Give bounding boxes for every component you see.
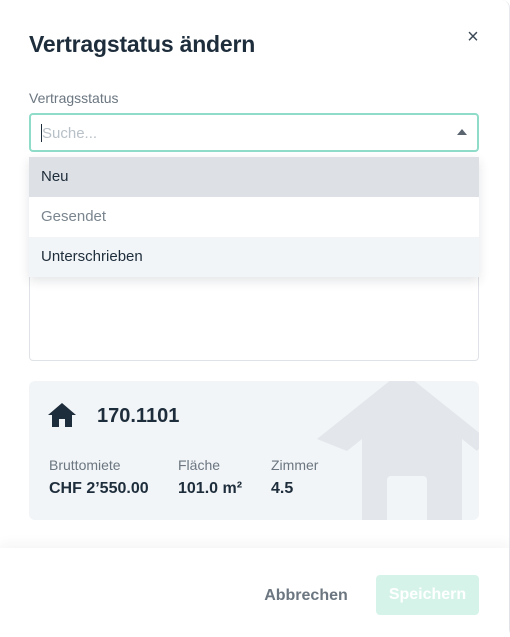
option-gesendet[interactable]: Gesendet [29,197,479,237]
close-icon[interactable]: × [462,26,484,48]
chevron-up-icon[interactable] [457,129,467,135]
area-label: Fläche [178,457,221,473]
status-field-label: Vertragsstatus [29,90,119,106]
house-watermark-icon [317,381,479,520]
dialog-title: Vertragstatus ändern [29,31,256,57]
rooms-value: 4.5 [271,480,294,497]
gross-rent-value: CHF 2’550.00 [49,480,149,497]
option-neu[interactable]: Neu [29,157,479,197]
unit-summary-card: 170.1101 Bruttomiete CHF 2’550.00 Fläche… [29,381,479,520]
gross-rent-label: Bruttomiete [49,457,121,473]
save-button[interactable]: Speichern [376,575,479,615]
area-value: 101.0 m² [178,480,243,497]
status-dropdown-menu: Neu Gesendet Unterschrieben [29,157,479,277]
rooms-label: Zimmer [271,457,319,473]
status-select[interactable]: Suche... [29,113,479,152]
unit-id: 170.1101 [97,405,180,427]
cancel-button[interactable]: Abbrechen [252,576,360,616]
dialog-footer: Abbrechen Speichern [0,548,509,637]
house-icon [48,403,76,427]
search-input-placeholder[interactable]: Suche... [42,125,97,142]
contract-status-dialog: Vertragstatus ändern × Vertragsstatus Su… [0,0,510,637]
option-unterschrieben[interactable]: Unterschrieben [29,237,479,277]
